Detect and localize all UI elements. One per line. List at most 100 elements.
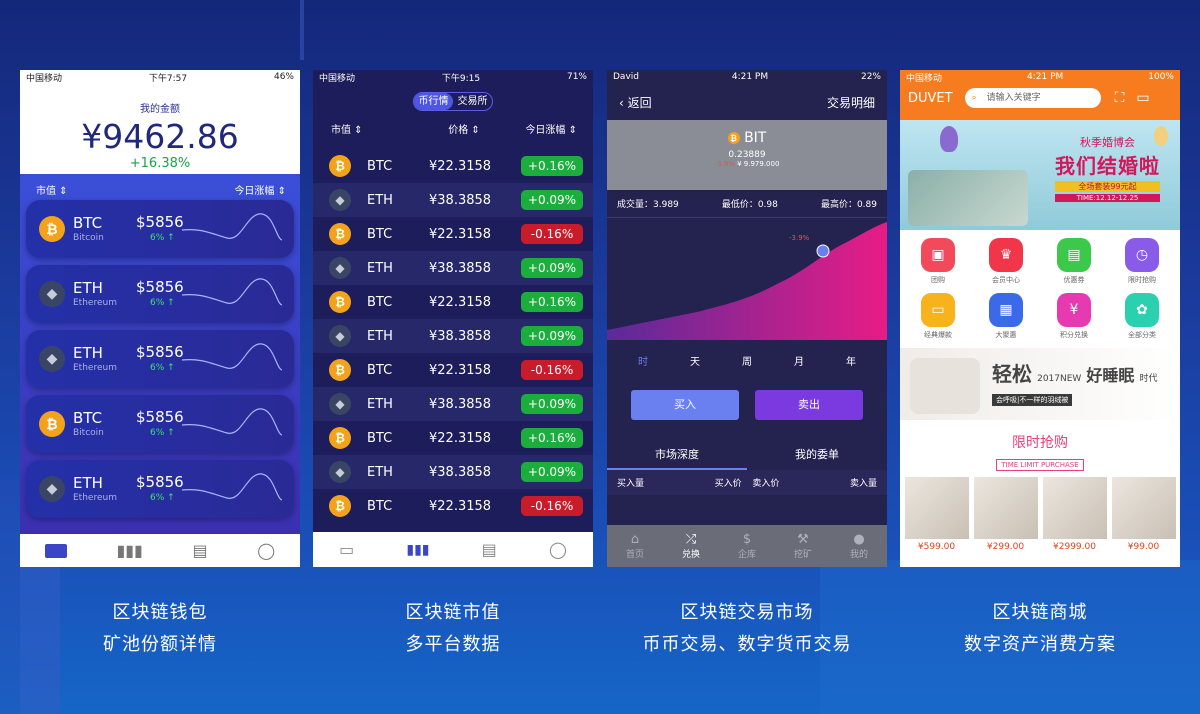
sparkline — [182, 408, 282, 436]
caption-wallet: 区块链钱包 矿池份额详情 — [103, 602, 217, 655]
range-week[interactable]: 周 — [742, 353, 752, 368]
product-price: ¥299.00 — [986, 542, 1025, 552]
tab-home[interactable]: ⌂ 首页 — [626, 532, 644, 560]
coin-price: ¥22.3158 — [429, 294, 492, 310]
product-card[interactable]: ¥99.00 — [1111, 477, 1176, 552]
category-item[interactable]: ✿ 全部分类 — [1108, 293, 1176, 340]
tab-bar: ⌂ 首页 ⤮ 兑换 $ 企库 ⚒ 挖矿 ● 我的 — [607, 525, 887, 567]
tab-exchange[interactable]: 交易所 — [453, 93, 492, 110]
asset-card[interactable]: ◆ ETH Ethereum $5856 6% ↑ — [26, 330, 294, 388]
back-button[interactable]: ‹ 返回 — [619, 94, 652, 111]
ethereum-icon: ◆ — [329, 257, 351, 279]
wallet-tab-icon[interactable]: ▭ — [339, 540, 354, 559]
document-tab-icon[interactable]: ▤ — [192, 541, 207, 560]
category-item[interactable]: ▤ 优惠券 — [1040, 238, 1108, 285]
category-item[interactable]: ¥ 积分兑换 — [1040, 293, 1108, 340]
flash-sale-header: 限时抢购 TIME LIMIT PURCHASE — [900, 420, 1180, 477]
asset-card[interactable]: ◆ ETH Ethereum $5856 6% ↑ — [26, 460, 294, 518]
table-row[interactable]: ◆ ETH ¥38.3858 +0.09% — [313, 455, 593, 489]
wallet-tab-icon[interactable] — [44, 543, 67, 558]
tab-market-depth[interactable]: 市场深度 — [607, 440, 747, 470]
bitcoin-icon: ₿ — [329, 495, 351, 517]
coin-symbol: ETH — [73, 279, 103, 297]
coin-symbol: BTC — [73, 409, 103, 427]
category-item[interactable]: ▣ 团购 — [904, 238, 972, 285]
balance-label: 我的金额 — [140, 104, 180, 115]
category-item[interactable]: ♛ 会员中心 — [972, 238, 1040, 285]
coin-price: ¥38.3858 — [429, 464, 492, 480]
coin-summary: ₿ BIT 0.23889 -3.9% ¥ 9.979.000 — [607, 120, 887, 190]
coin-price: ¥38.3858 — [429, 328, 492, 344]
chart-tab-icon[interactable]: ▮▮▮ — [406, 542, 429, 558]
tab-mine[interactable]: ● 我的 — [850, 532, 868, 560]
change-badge: -0.16% — [521, 496, 583, 516]
sell-button[interactable]: 卖出 — [755, 390, 863, 420]
change-badge: +0.09% — [521, 462, 583, 482]
profile-tab-icon[interactable]: ◯ — [549, 540, 567, 559]
wallet-screen: 中国移动 下午7:57 46% 我的金额 ¥9462.86 +16.38% 市值… — [20, 70, 300, 567]
range-year[interactable]: 年 — [846, 353, 856, 368]
coin-symbol: BTC — [367, 294, 393, 310]
coin-price: 0.23889 — [728, 150, 766, 160]
caption-shop: 区块链商城 数字资产消费方案 — [964, 602, 1116, 655]
search-input[interactable]: ⌕ 请输入关键字 — [964, 88, 1101, 108]
document-tab-icon[interactable]: ▤ — [482, 540, 497, 559]
promo-banner[interactable]: 轻松 2017NEW 好睡眠 时代 会呼吸|不一样的羽绒被 — [900, 348, 1180, 420]
header-market-cap[interactable]: 市值 ⇕ — [331, 121, 363, 149]
table-row[interactable]: ₿ BTC ¥22.3158 -0.16% — [313, 353, 593, 387]
tab-exchange[interactable]: ⤮ 兑换 — [682, 532, 700, 560]
asset-card[interactable]: ₿ BTC Bitcoin $5856 6% ↑ — [26, 395, 294, 453]
table-row[interactable]: ₿ BTC ¥22.3158 +0.16% — [313, 149, 593, 183]
table-row[interactable]: ₿ BTC ¥22.3158 +0.16% — [313, 421, 593, 455]
table-header: 市值 ⇕ 价格 ⇕ 今日涨幅 ⇕ — [313, 111, 593, 149]
product-card[interactable]: ¥599.00 — [904, 477, 969, 552]
product-card[interactable]: ¥2999.00 — [1042, 477, 1107, 552]
coin-symbol: BTC — [367, 498, 393, 514]
time-range-selector: 时 天 周 月 年 — [607, 340, 887, 380]
tab-mining[interactable]: ⚒ 挖矿 — [794, 532, 812, 560]
header-change[interactable]: 今日涨幅 ⇕ — [525, 121, 577, 149]
table-row[interactable]: ◆ ETH ¥38.3858 +0.09% — [313, 251, 593, 285]
range-month[interactable]: 月 — [794, 353, 804, 368]
table-row[interactable]: ₿ BTC ¥22.3158 +0.16% — [313, 285, 593, 319]
sort-daily-change[interactable]: 今日涨幅 ⇕ — [234, 182, 286, 197]
coin-symbol: BTC — [73, 214, 103, 232]
status-bar: David 4:21 PM 22% — [607, 70, 887, 84]
trade-detail-link[interactable]: 交易明细 — [827, 94, 875, 111]
wedding-banner[interactable]: 秋季婚博会 我们结婚啦 全场套装99元起 TIME:12.12-12.25 — [900, 120, 1180, 230]
table-row[interactable]: ◆ ETH ¥38.3858 +0.09% — [313, 183, 593, 217]
scan-icon[interactable]: ⛶ — [1115, 90, 1125, 106]
table-row[interactable]: ₿ BTC ¥22.3158 -0.16% — [313, 489, 593, 523]
coin-symbol: ETH — [367, 396, 393, 412]
product-card[interactable]: ¥299.00 — [973, 477, 1038, 552]
coin-symbol: BTC — [367, 226, 393, 242]
product-image — [973, 477, 1038, 539]
tab-coin-market[interactable]: 币行情 — [414, 93, 453, 110]
coupon-icon: ▤ — [1057, 238, 1091, 272]
table-row[interactable]: ◆ ETH ¥38.3858 +0.09% — [313, 319, 593, 353]
tab-vault[interactable]: $ 企库 — [738, 532, 756, 560]
asset-card[interactable]: ◆ ETH Ethereum $5856 6% ↑ — [26, 265, 294, 323]
brand-logo: DUVET — [908, 90, 953, 106]
shop-screen: 中国移动 4:21 PM 100% DUVET ⌕ 请输入关键字 ⛶ ▭ 秋季婚博会… — [900, 70, 1180, 567]
range-day[interactable]: 天 — [690, 353, 700, 368]
table-row[interactable]: ◆ ETH ¥38.3858 +0.09% — [313, 387, 593, 421]
category-item[interactable]: ◷ 限时抢购 — [1108, 238, 1176, 285]
coin-price: ¥38.3858 — [429, 192, 492, 208]
asset-card[interactable]: ₿ BTC Bitcoin $5856 6% ↑ — [26, 200, 294, 258]
header-price[interactable]: 价格 ⇕ — [448, 121, 480, 149]
carrier: 中国移动 — [26, 73, 63, 84]
sort-market-cap[interactable]: 市值 ⇕ — [36, 182, 68, 197]
range-hour[interactable]: 时 — [638, 353, 648, 368]
tab-bar: ▮▮▮ ▤ ◯ — [20, 534, 300, 567]
buy-button[interactable]: 买入 — [631, 390, 739, 420]
message-icon[interactable]: ▭ — [1136, 90, 1149, 106]
table-row[interactable]: ₿ BTC ¥22.3158 -0.16% — [313, 217, 593, 251]
category-item[interactable]: ▦ 大聚惠 — [972, 293, 1040, 340]
tab-my-orders[interactable]: 我的委单 — [747, 440, 887, 470]
status-bar: 中国移动 下午7:57 46% — [20, 70, 300, 84]
category-item[interactable]: ▭ 经典爆款 — [904, 293, 972, 340]
profile-tab-icon[interactable]: ◯ — [257, 541, 275, 560]
home-icon: ⌂ — [630, 532, 640, 547]
chart-tab-icon[interactable]: ▮▮▮ — [116, 541, 142, 560]
